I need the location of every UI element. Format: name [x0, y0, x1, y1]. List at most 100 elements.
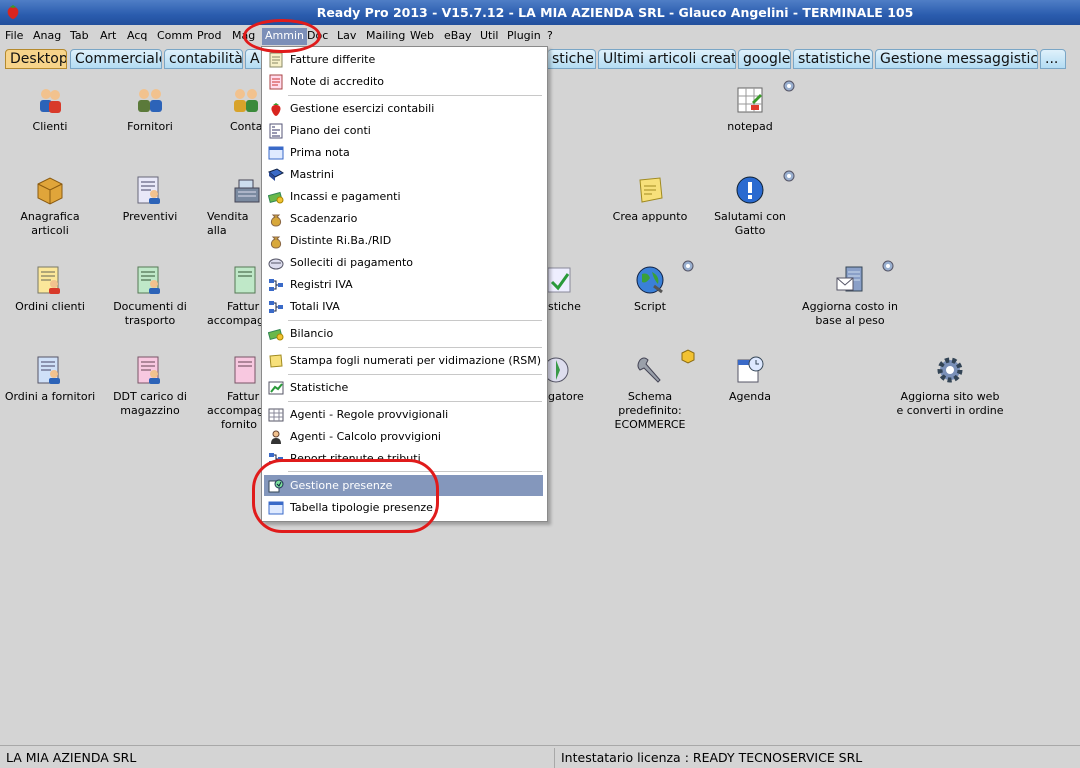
menu-item-report-ritenute[interactable]: Report ritenute e tributi	[264, 448, 543, 462]
menu-item-tabella-tipologie-presenze[interactable]: Tabella tipologie presenze	[264, 497, 543, 518]
desktop-icon-documenti-di-trasporto[interactable]: Documenti di trasporto	[100, 264, 200, 328]
menu-item-totali-iva[interactable]: Totali IVA	[264, 296, 543, 317]
menu-help[interactable]: ?	[545, 29, 555, 45]
menu-item-stampa-fogli-numerati[interactable]: Stampa fogli numerati per vidimazione (R…	[264, 350, 543, 371]
transport-document-icon	[137, 266, 160, 294]
calendar-clock-icon	[737, 356, 764, 383]
menu-comm[interactable]: Comm	[155, 29, 195, 45]
menu-item-gestione-esercizi[interactable]: Gestione esercizi contabili	[264, 98, 543, 119]
journal-window-icon	[268, 146, 284, 160]
window-title: Ready Pro 2013 - V15.7.12 - LA MIA AZIEN…	[316, 5, 914, 20]
menu-item-solleciti[interactable]: Solleciti di pagamento	[264, 252, 543, 273]
agent-person-icon	[271, 430, 281, 444]
desktop-icon-fatture-accompagnatorie[interactable]: Fattur accompagn	[195, 264, 271, 328]
desktop-icon-agenda[interactable]: Agenda	[700, 354, 800, 404]
menu-item-fatture-differite[interactable]: Fatture differite	[264, 49, 543, 70]
chart-of-accounts-icon	[269, 123, 283, 139]
menu-tab[interactable]: Tab	[68, 29, 91, 45]
menu-mailing[interactable]: Mailing	[364, 29, 407, 45]
tree-structure-icon	[269, 279, 283, 291]
menu-item-gestione-presenze[interactable]: Gestione presenze	[264, 475, 543, 496]
tab-statistiche-2[interactable]: statistiche	[793, 49, 873, 69]
menu-separator	[288, 471, 542, 472]
menu-prod[interactable]: Prod	[195, 29, 223, 45]
tab-more[interactable]: ...	[1040, 49, 1066, 69]
money-icon	[268, 328, 284, 341]
document-icon	[269, 52, 283, 68]
menu-item-agenti-regole[interactable]: Agenti - Regole provvigionali	[264, 404, 543, 425]
chart-check-icon	[548, 267, 571, 293]
title-bar: Ready Pro 2013 - V15.7.12 - LA MIA AZIEN…	[0, 0, 1080, 25]
menu-web[interactable]: Web	[408, 29, 436, 45]
desktop-icon-preventivi[interactable]: Preventivi	[100, 174, 200, 224]
menu-item-statistiche[interactable]: Statistiche	[264, 377, 543, 398]
menu-anag[interactable]: Anag	[31, 29, 63, 45]
suppliers-icon	[138, 89, 162, 112]
menu-item-note-di-accredito[interactable]: Note di accredito	[264, 71, 543, 92]
menu-separator	[288, 320, 542, 321]
gear-badge-icon	[783, 170, 795, 182]
tab-statistiche-1[interactable]: stiche	[548, 49, 596, 69]
desktop-icon-ordini-a-fornitori[interactable]: Ordini a fornitori	[0, 354, 100, 404]
orders-document-icon	[37, 266, 60, 294]
menu-item-bilancio[interactable]: Bilancio	[264, 323, 543, 344]
quote-document-icon	[137, 176, 160, 204]
cash-register-icon	[234, 179, 260, 203]
table-window-icon	[268, 501, 284, 515]
customers-icon	[40, 89, 61, 113]
desktop-icon-anagrafica-articoli[interactable]: Anagrafica articoli	[0, 174, 100, 238]
menu-item-piano-dei-conti[interactable]: Piano dei conti	[264, 120, 543, 141]
menu-acq[interactable]: Acq	[125, 29, 149, 45]
menu-mag[interactable]: Mag	[230, 29, 256, 45]
tab-google[interactable]: google	[738, 49, 791, 69]
menu-item-incassi-pagamenti[interactable]: Incassi e pagamenti	[264, 186, 543, 207]
globe-script-icon	[636, 266, 664, 294]
menu-art[interactable]: Art	[98, 29, 118, 45]
gear-badge-icon	[682, 260, 694, 272]
desktop-icon-vendita-al-banco[interactable]: Vendita alla	[195, 174, 265, 238]
gear-badge-icon	[882, 260, 894, 272]
compass-icon	[548, 357, 569, 383]
ddt-document-icon	[137, 356, 160, 384]
menu-separator	[288, 347, 542, 348]
tab-commerciale[interactable]: Commerciale	[70, 49, 162, 69]
desktop-icon-aggiorna-sito-web[interactable]: Aggiorna sito web e converti in ordine	[890, 354, 1010, 418]
menu-item-mastrini[interactable]: Mastrini	[264, 164, 543, 185]
menu-item-prima-nota[interactable]: Prima nota	[264, 142, 543, 163]
desktop-icon-crea-appunto[interactable]: Crea appunto	[600, 174, 700, 224]
menu-separator	[288, 95, 542, 96]
menu-ammin[interactable]: Ammin	[262, 28, 307, 45]
grid-table-icon	[268, 408, 284, 422]
tab-ultimi-articoli[interactable]: Ultimi articoli creati	[598, 49, 736, 69]
menu-item-scadenzario[interactable]: Scadenzario	[264, 208, 543, 229]
supplier-orders-icon	[37, 356, 60, 384]
cube-badge-icon	[681, 349, 695, 364]
money-bag-icon	[270, 214, 282, 227]
menu-plugin[interactable]: Plugin	[505, 29, 543, 45]
menu-ebay[interactable]: eBay	[442, 29, 474, 45]
desktop-icon-ddt-carico[interactable]: DDT carico di magazzino	[100, 354, 200, 418]
desktop-icon-contatti[interactable]: Conta	[195, 84, 265, 134]
menu-item-distinte-riba[interactable]: Distinte Ri.Ba./RID	[264, 230, 543, 251]
tab-gestione-messaggistica[interactable]: Gestione messaggistica	[875, 49, 1038, 69]
status-bar: LA MIA AZIENDA SRL Intestatario licenza …	[0, 745, 1080, 768]
desktop-icon-fornitori[interactable]: Fornitori	[100, 84, 200, 134]
desktop-icon-fatture-fornitori[interactable]: Fattur accompagn fornito	[195, 354, 271, 432]
desktop-icon-ordini-clienti[interactable]: Ordini clienti	[0, 264, 100, 314]
desktop-icon-schema-predefinito[interactable]: Schema predefinito: ECOMMERCE	[600, 354, 700, 432]
menu-doc[interactable]: Doc	[305, 29, 330, 45]
menu-file[interactable]: File	[3, 29, 25, 45]
menu-item-agenti-calcolo[interactable]: Agenti - Calcolo provvigioni	[264, 426, 543, 447]
tab-desktop[interactable]: Desktop	[5, 49, 67, 69]
desktop-icon-clienti[interactable]: Clienti	[0, 84, 100, 134]
menu-util[interactable]: Util	[478, 29, 500, 45]
tab-contabilita[interactable]: contabilità	[164, 49, 243, 69]
note-icon	[269, 354, 283, 368]
desktop-icon-statistiche[interactable]: stiche	[548, 264, 600, 314]
statistics-chart-icon	[268, 381, 284, 395]
menu-lav[interactable]: Lav	[335, 29, 358, 45]
menu-item-registri-iva[interactable]: Registri IVA	[264, 274, 543, 295]
package-icon	[37, 177, 63, 205]
status-company: LA MIA AZIENDA SRL	[6, 750, 137, 765]
desktop-icon-navigatore[interactable]: gatore	[548, 354, 600, 404]
